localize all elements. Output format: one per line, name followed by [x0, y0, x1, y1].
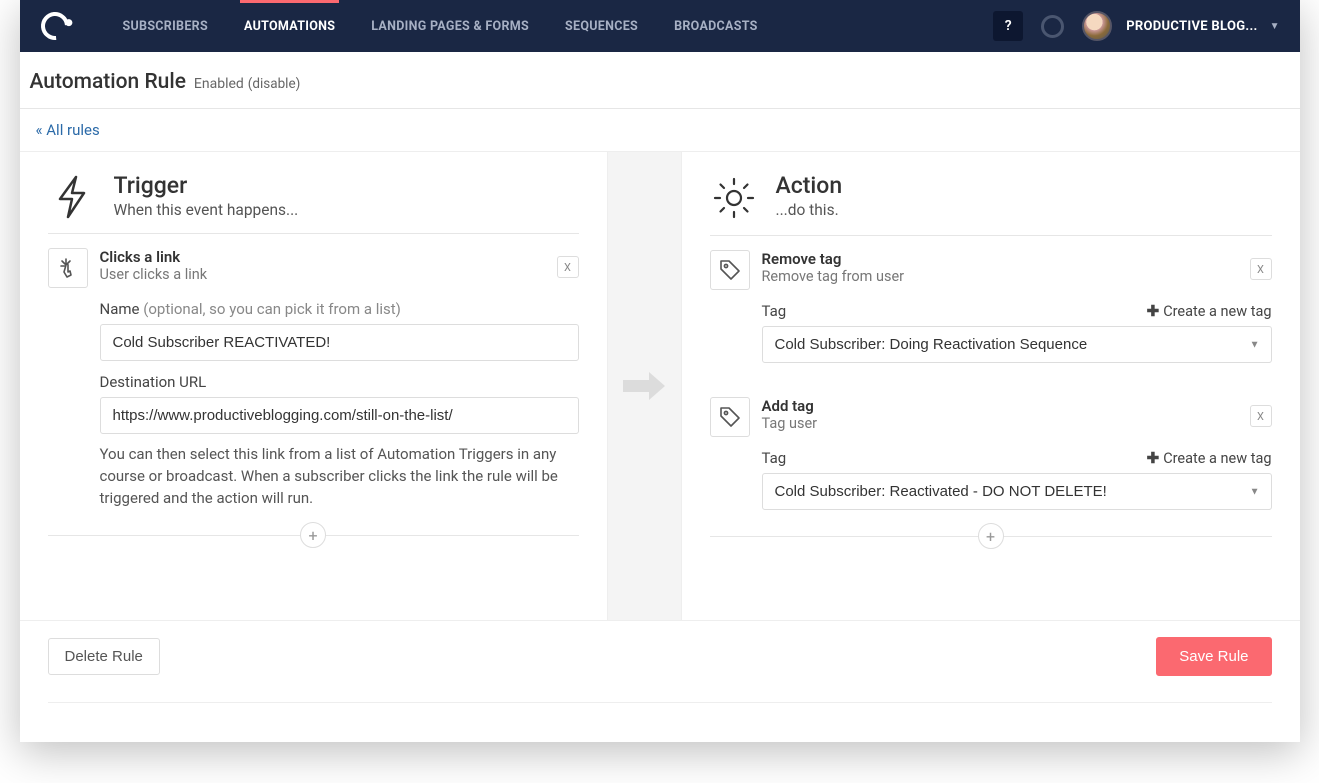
page-title-row: Automation Rule Enabled (disable) — [20, 52, 1300, 109]
breadcrumb-all-rules[interactable]: « All rules — [20, 109, 1300, 151]
action-card-title-1: Add tag — [762, 397, 818, 415]
action-title: Action — [776, 172, 843, 199]
destination-url-input[interactable] — [100, 397, 579, 434]
click-icon — [48, 248, 88, 288]
nav-subscribers[interactable]: SUBSCRIBERS — [105, 0, 226, 52]
trigger-subtitle: When this event happens... — [114, 201, 299, 219]
remove-trigger-button[interactable]: X — [557, 256, 579, 278]
trigger-card-title: Clicks a link — [100, 248, 208, 266]
lightning-icon — [48, 172, 96, 219]
trigger-card-sub: User clicks a link — [100, 266, 208, 283]
create-tag-link-0[interactable]: ✚Create a new tag — [1147, 302, 1272, 320]
add-trigger-row: + — [48, 523, 579, 547]
add-action-button[interactable]: + — [978, 523, 1004, 549]
action-card-add-tag: X Add tag Tag user Tag ✚Create a new tag — [710, 397, 1272, 510]
action-card-title-0: Remove tag — [762, 250, 905, 268]
plus-icon: ✚ — [1147, 302, 1160, 320]
arrow-right-icon — [621, 370, 667, 402]
main-nav: SUBSCRIBERS AUTOMATIONS LANDING PAGES & … — [105, 0, 776, 52]
logo[interactable] — [35, 12, 75, 40]
tag-label-1: Tag — [762, 449, 787, 467]
user-menu-label[interactable]: PRODUCTIVE BLOG... — [1126, 19, 1257, 34]
delete-rule-button[interactable]: Delete Rule — [48, 638, 160, 675]
loading-icon — [1041, 15, 1064, 38]
name-label: Name (optional, so you can pick it from … — [100, 300, 579, 318]
remove-action-button-0[interactable]: X — [1250, 258, 1272, 280]
action-panel: Action ...do this. X Remove tag Remove t… — [682, 152, 1300, 620]
url-label: Destination URL — [100, 373, 579, 391]
page-title: Automation Rule — [30, 70, 186, 94]
tag-select-0[interactable] — [762, 326, 1272, 363]
chevron-down-icon[interactable]: ▼ — [1270, 21, 1280, 32]
action-card-sub-1: Tag user — [762, 415, 818, 432]
tag-icon — [710, 250, 750, 290]
action-card-remove-tag: X Remove tag Remove tag from user Tag ✚C… — [710, 250, 1272, 363]
top-bar: SUBSCRIBERS AUTOMATIONS LANDING PAGES & … — [20, 0, 1300, 52]
trigger-title: Trigger — [114, 172, 299, 199]
save-rule-button[interactable]: Save Rule — [1156, 637, 1271, 676]
trigger-card: X Clicks a link User clicks a link Name … — [48, 248, 579, 509]
remove-action-button-1[interactable]: X — [1250, 405, 1272, 427]
create-tag-link-1[interactable]: ✚Create a new tag — [1147, 449, 1272, 467]
trigger-panel: Trigger When this event happens... X Cli… — [20, 152, 608, 620]
action-card-sub-0: Remove tag from user — [762, 268, 905, 285]
trigger-help-text: You can then select this link from a lis… — [100, 444, 579, 509]
trigger-name-input[interactable] — [100, 324, 579, 361]
tag-icon — [710, 397, 750, 437]
gear-icon — [710, 172, 758, 221]
plus-icon: ✚ — [1147, 449, 1160, 467]
nav-landing-pages[interactable]: LANDING PAGES & FORMS — [353, 0, 547, 52]
help-button[interactable]: ? — [993, 11, 1023, 41]
action-subtitle: ...do this. — [776, 201, 843, 219]
add-trigger-button[interactable]: + — [300, 522, 326, 548]
tag-label-0: Tag — [762, 302, 787, 320]
avatar[interactable] — [1082, 11, 1112, 41]
footer: Delete Rule Save Rule — [20, 621, 1300, 692]
flow-arrow — [608, 152, 682, 620]
tag-select-1[interactable] — [762, 473, 1272, 510]
nav-broadcasts[interactable]: BROADCASTS — [656, 0, 776, 52]
add-action-row: + — [710, 524, 1272, 548]
nav-sequences[interactable]: SEQUENCES — [547, 0, 656, 52]
disable-link[interactable]: (disable) — [248, 76, 301, 92]
nav-automations[interactable]: AUTOMATIONS — [226, 0, 353, 52]
rule-status: Enabled — [194, 76, 244, 92]
